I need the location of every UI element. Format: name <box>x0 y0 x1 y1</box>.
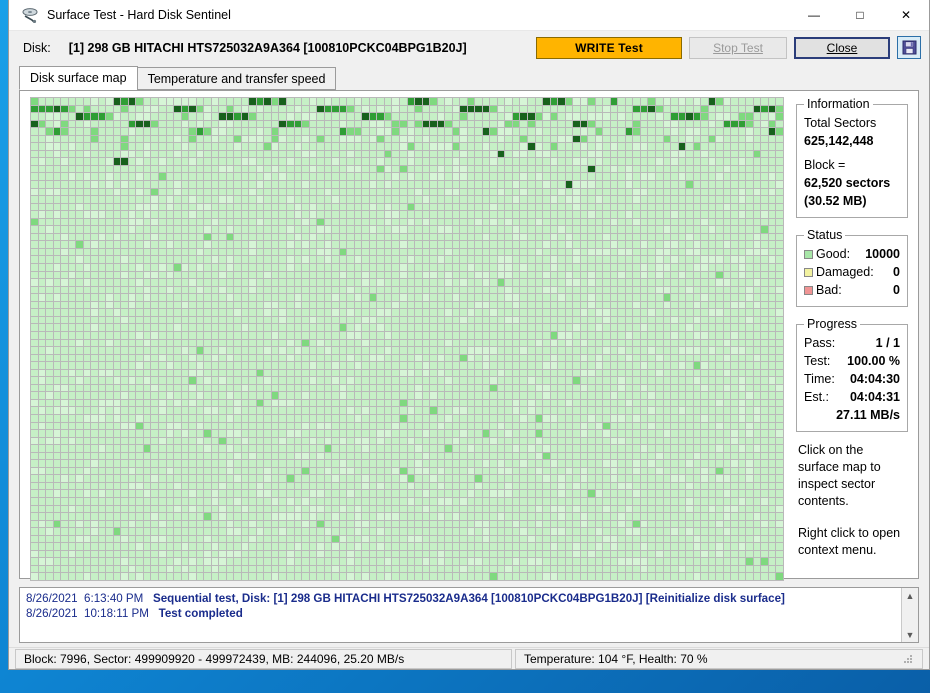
hint-click-surface: Click on the surface map to inspect sect… <box>798 443 881 508</box>
information-group: Information Total Sectors 625,142,448 Bl… <box>796 97 908 218</box>
maximize-button[interactable]: □ <box>837 0 883 31</box>
status-row-good: Good: 10000 <box>804 245 900 263</box>
hints-block: Click on the surface map to inspect sect… <box>796 442 918 559</box>
damaged-swatch-icon <box>804 267 813 277</box>
block-value-row: 62,520 sectors <box>804 174 900 192</box>
tab-strip: Disk surface map Temperature and transfe… <box>19 66 929 90</box>
close-label: Close <box>826 40 858 55</box>
good-value: 10000 <box>865 247 900 261</box>
block-size-row: (30.52 MB) <box>804 192 900 210</box>
pass-value: 1 / 1 <box>875 336 900 350</box>
chevron-up-icon[interactable]: ▲ <box>906 588 915 603</box>
disk-scan-icon <box>17 7 45 23</box>
bad-swatch-icon <box>804 285 813 295</box>
total-sectors-label-row: Total Sectors <box>804 114 900 132</box>
log1-message: Sequential test, Disk: [1] 298 GB HITACH… <box>153 592 785 605</box>
log-scrollbar[interactable]: ▲ ▼ <box>901 588 918 642</box>
log1-date: 8/26/2021 <box>26 592 78 605</box>
close-window-button[interactable]: ✕ <box>883 0 929 31</box>
progress-group: Progress Pass: 1 / 1 Test: 100.00 % Time… <box>796 317 908 432</box>
information-legend: Information <box>807 97 870 111</box>
status-row-bad: Bad: 0 <box>804 281 900 299</box>
chevron-down-icon[interactable]: ▼ <box>906 627 915 642</box>
window-controls: — □ ✕ <box>791 0 929 31</box>
total-sectors-value-row: 625,142,448 <box>804 132 900 150</box>
bad-value: 0 <box>893 283 900 297</box>
status-legend: Status <box>807 228 843 242</box>
disk-toolbar: Disk: [1] 298 GB HITACHI HTS725032A9A364… <box>9 31 929 64</box>
log1-time: 6:13:40 PM <box>84 592 144 605</box>
pass-label: Pass: <box>804 336 836 350</box>
status-block-info: Block: 7996, Sector: 499909920 - 4999724… <box>15 648 512 669</box>
toolbar-buttons: WRITE Test Stop Test Close <box>536 36 921 59</box>
tab-content-panel: Information Total Sectors 625,142,448 Bl… <box>19 90 919 581</box>
disk-identifier: [1] 298 GB HITACHI HTS725032A9A364 [1008… <box>68 40 467 55</box>
log2-message: Test completed <box>158 607 243 620</box>
hint-right-click: Right click to open context menu. <box>798 526 901 557</box>
status-bar: Block: 7996, Sector: 499909920 - 4999724… <box>9 647 929 669</box>
close-button[interactable]: Close <box>794 36 890 59</box>
block-label-row: Block = <box>804 156 900 174</box>
time-value: 04:04:30 <box>849 372 900 386</box>
disk-label: Disk: <box>23 40 51 55</box>
tab-temperature-transfer-speed[interactable]: Temperature and transfer speed <box>136 67 337 90</box>
progress-row-est: Est.: 04:04:31 <box>804 388 900 406</box>
floppy-save-icon[interactable] <box>897 36 921 59</box>
good-label: Good: <box>816 247 851 261</box>
tab-disk-surface-map[interactable]: Disk surface map <box>19 66 138 90</box>
log2-time: 10:18:11 PM <box>84 607 149 620</box>
total-sectors-label: Total Sectors <box>804 116 877 130</box>
progress-row-speed: 27.11 MB/s <box>804 406 900 424</box>
title-bar: Surface Test - Hard Disk Sentinel — □ ✕ <box>9 0 929 31</box>
status-temperature-health: Temperature: 104 °F, Health: 70 % <box>515 648 923 669</box>
stop-test-button[interactable]: Stop Test <box>689 36 787 59</box>
log-line-2: 8/26/2021 10:18:11 PM Test completed <box>26 606 901 621</box>
est-value: 04:04:31 <box>849 390 900 404</box>
speed-value: 27.11 MB/s <box>836 408 900 422</box>
good-swatch-icon <box>804 249 813 259</box>
status-row-damaged: Damaged: 0 <box>804 263 900 281</box>
est-label: Est.: <box>804 390 830 404</box>
total-sectors-value: 625,142,448 <box>804 134 874 148</box>
log2-date: 8/26/2021 <box>26 607 78 620</box>
status-temp-health-text: Temperature: 104 °F, Health: 70 % <box>524 651 708 666</box>
status-group: Status Good: 10000 Damaged: 0 Bad: 0 <box>796 228 908 307</box>
progress-row-test: Test: 100.00 % <box>804 352 900 370</box>
bad-label: Bad: <box>816 283 842 297</box>
block-size-value: (30.52 MB) <box>804 194 867 208</box>
minimize-button[interactable]: — <box>791 0 837 31</box>
stop-test-label: Stop Test <box>713 40 763 55</box>
time-label: Time: <box>804 372 835 386</box>
surface-test-window: Surface Test - Hard Disk Sentinel — □ ✕ … <box>8 0 930 670</box>
progress-row-pass: Pass: 1 / 1 <box>804 334 900 352</box>
block-label: Block = <box>804 158 846 172</box>
progress-row-time: Time: 04:04:30 <box>804 370 900 388</box>
log-text-area[interactable]: 8/26/2021 6:13:40 PM Sequential test, Di… <box>20 588 901 642</box>
test-value: 100.00 % <box>847 354 900 368</box>
log-panel: 8/26/2021 6:13:40 PM Sequential test, Di… <box>19 587 919 643</box>
damaged-label: Damaged: <box>816 265 874 279</box>
write-test-button[interactable]: WRITE Test <box>536 36 682 59</box>
window-title: Surface Test - Hard Disk Sentinel <box>47 8 231 22</box>
log-line-1: 8/26/2021 6:13:40 PM Sequential test, Di… <box>26 591 901 606</box>
resize-grip-icon[interactable] <box>902 653 914 665</box>
damaged-value: 0 <box>893 265 900 279</box>
disk-surface-map[interactable] <box>30 97 784 581</box>
progress-legend: Progress <box>807 317 858 331</box>
block-sectors-value: 62,520 sectors <box>804 176 891 190</box>
surface-map-container <box>20 91 788 581</box>
test-label: Test: <box>804 354 831 368</box>
info-sidebar: Information Total Sectors 625,142,448 Bl… <box>788 91 918 578</box>
